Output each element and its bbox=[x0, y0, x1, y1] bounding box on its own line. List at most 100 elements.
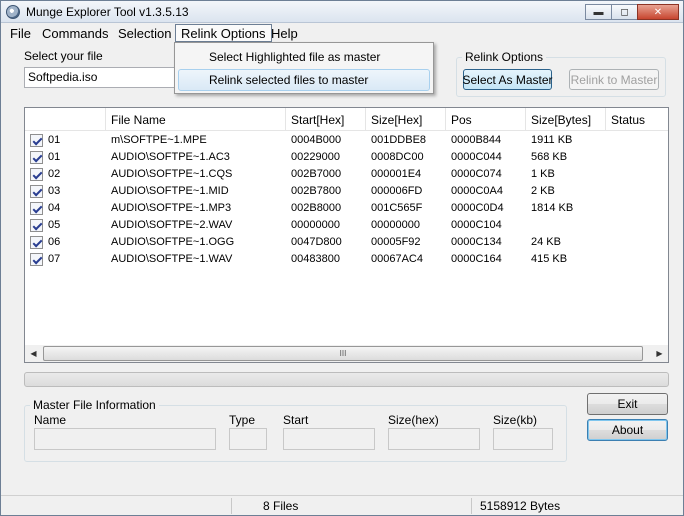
dropdown-item-relink-selected[interactable]: Relink selected files to master bbox=[178, 69, 430, 91]
relink-to-master-button[interactable]: Relink to Master bbox=[569, 69, 659, 90]
row-file-name: AUDIO\SOFTPE~1.MP3 bbox=[111, 202, 232, 214]
row-start-hex: 002B7000 bbox=[291, 168, 342, 180]
select-file-label: Select your file bbox=[24, 49, 103, 63]
row-checkbox[interactable] bbox=[30, 134, 43, 147]
about-button[interactable]: About bbox=[587, 419, 668, 441]
row-checkbox[interactable] bbox=[30, 253, 43, 266]
scroll-right-icon[interactable]: ▶ bbox=[651, 345, 668, 362]
row-file-name: m\SOFTPE~1.MPE bbox=[111, 134, 207, 146]
table-row[interactable]: 06 AUDIO\SOFTPE~1.OGG 0047D800 00005F92 0000… bbox=[25, 234, 668, 251]
table-row[interactable]: 04 AUDIO\SOFTPE~1.MP3 002B8000 001C565F 0000… bbox=[25, 200, 668, 217]
row-pos: 0000C104 bbox=[451, 219, 502, 231]
row-size-hex: 00000000 bbox=[371, 219, 420, 231]
menu-help[interactable]: Help bbox=[265, 24, 304, 42]
table-row[interactable]: 03 AUDIO\SOFTPE~1.MID 002B7800 000006FD 0000… bbox=[25, 183, 668, 200]
row-size-hex: 0008DC00 bbox=[371, 151, 424, 163]
scrollbar-thumb[interactable]: III bbox=[43, 346, 643, 361]
row-size-bytes: 1 KB bbox=[531, 168, 555, 180]
row-pos: 0000C164 bbox=[451, 253, 502, 265]
master-start-label: Start bbox=[283, 413, 309, 427]
row-checkbox[interactable] bbox=[30, 185, 43, 198]
status-separator bbox=[231, 498, 232, 514]
column-header-size-hex[interactable]: Size[Hex] bbox=[366, 108, 446, 131]
row-size-bytes: 1911 KB bbox=[531, 134, 573, 146]
menu-selection[interactable]: Selection bbox=[112, 24, 177, 42]
file-path-input[interactable]: Softpedia.iso bbox=[24, 67, 176, 88]
row-checkbox[interactable] bbox=[30, 219, 43, 232]
row-id: 04 bbox=[48, 202, 61, 214]
master-name-field[interactable] bbox=[34, 428, 216, 450]
row-size-hex: 000006FD bbox=[371, 185, 423, 197]
exit-button[interactable]: Exit bbox=[587, 393, 668, 415]
row-start-hex: 00229000 bbox=[291, 151, 340, 163]
master-type-label: Type bbox=[229, 413, 256, 427]
table-row[interactable]: 01 AUDIO\SOFTPE~1.AC3 00229000 0008DC00 0000… bbox=[25, 149, 668, 166]
scroll-grip-icon: III bbox=[339, 349, 347, 358]
master-size-hex-field[interactable] bbox=[388, 428, 480, 450]
row-file-name: AUDIO\SOFTPE~2.WAV bbox=[111, 219, 233, 231]
row-checkbox[interactable] bbox=[30, 202, 43, 215]
row-checkbox[interactable] bbox=[30, 236, 43, 249]
row-id: 01 bbox=[48, 151, 61, 163]
select-as-master-button[interactable]: Select As Master bbox=[462, 69, 553, 90]
column-header-check[interactable] bbox=[25, 108, 106, 131]
row-size-bytes: 1814 KB bbox=[531, 202, 574, 214]
table-row[interactable]: 05 AUDIO\SOFTPE~2.WAV 00000000 00000000 0000… bbox=[25, 217, 668, 234]
row-start-hex: 002B7800 bbox=[291, 185, 342, 197]
menu-relink-options[interactable]: Relink Options bbox=[175, 24, 272, 42]
column-header-file-name[interactable]: File Name bbox=[106, 108, 286, 131]
row-pos: 0000C0A4 bbox=[451, 185, 503, 197]
scroll-left-icon[interactable]: ◀ bbox=[25, 345, 42, 362]
app-window: Munge Explorer Tool v1.3.5.13 ▬ ◻ ✕ File… bbox=[0, 0, 684, 516]
menu-file[interactable]: File bbox=[4, 24, 37, 42]
master-size-kb-label: Size(kb) bbox=[493, 413, 538, 427]
row-start-hex: 002B8000 bbox=[291, 202, 342, 214]
window-title: Munge Explorer Tool v1.3.5.13 bbox=[26, 5, 189, 19]
close-button[interactable]: ✕ bbox=[637, 4, 679, 20]
dropdown-item-select-highlighted-master[interactable]: Select Highlighted file as master bbox=[178, 46, 430, 68]
relink-options-title: Relink Options bbox=[462, 50, 547, 64]
table-header: File Name Start[Hex] Size[Hex] Pos Size[… bbox=[25, 108, 668, 131]
column-header-status[interactable]: Status bbox=[606, 108, 668, 131]
maximize-button[interactable]: ◻ bbox=[611, 4, 638, 20]
caption-buttons: ▬ ◻ ✕ bbox=[585, 4, 679, 20]
row-id: 06 bbox=[48, 236, 61, 248]
menu-bar: File Commands Selection Relink Options H… bbox=[1, 23, 683, 43]
row-size-hex: 00005F92 bbox=[371, 236, 421, 248]
master-size-kb-field[interactable] bbox=[493, 428, 553, 450]
row-size-bytes: 2 KB bbox=[531, 185, 555, 197]
relink-options-dropdown: Select Highlighted file as master Relink… bbox=[174, 42, 434, 94]
master-name-label: Name bbox=[34, 413, 67, 427]
row-start-hex: 0004B000 bbox=[291, 134, 342, 146]
row-start-hex: 00000000 bbox=[291, 219, 340, 231]
minimize-button[interactable]: ▬ bbox=[585, 4, 612, 20]
title-bar[interactable]: Munge Explorer Tool v1.3.5.13 ▬ ◻ ✕ bbox=[1, 1, 683, 23]
column-header-size-bytes[interactable]: Size[Bytes] bbox=[526, 108, 606, 131]
row-pos: 0000C074 bbox=[451, 168, 502, 180]
table-row[interactable]: 02 AUDIO\SOFTPE~1.CQS 002B7000 000001E4 0000… bbox=[25, 166, 668, 183]
status-file-count: 8 Files bbox=[263, 499, 299, 513]
row-size-bytes: 415 KB bbox=[531, 253, 568, 265]
row-pos: 0000C044 bbox=[451, 151, 502, 163]
master-size-hex-label: Size(hex) bbox=[388, 413, 439, 427]
status-bar: 8 Files 5158912 Bytes bbox=[1, 495, 683, 515]
row-size-hex: 00067AC4 bbox=[371, 253, 423, 265]
files-table: File Name Start[Hex] Size[Hex] Pos Size[… bbox=[24, 107, 669, 363]
master-start-field[interactable] bbox=[283, 428, 375, 450]
column-header-pos[interactable]: Pos bbox=[446, 108, 526, 131]
row-size-hex: 001DDBE8 bbox=[371, 134, 427, 146]
column-header-start-hex[interactable]: Start[Hex] bbox=[286, 108, 366, 131]
row-id: 01 bbox=[48, 134, 61, 146]
row-id: 05 bbox=[48, 219, 61, 231]
horizontal-scrollbar[interactable]: ◀ III ▶ bbox=[25, 345, 668, 362]
row-start-hex: 0047D800 bbox=[291, 236, 342, 248]
app-disc-icon bbox=[6, 5, 20, 19]
menu-commands[interactable]: Commands bbox=[36, 24, 114, 42]
master-type-field[interactable] bbox=[229, 428, 267, 450]
row-checkbox[interactable] bbox=[30, 151, 43, 164]
table-row[interactable]: 01 m\SOFTPE~1.MPE 0004B000 001DDBE8 0000B844… bbox=[25, 132, 668, 149]
table-row[interactable]: 07 AUDIO\SOFTPE~1.WAV 00483800 00067AC4 0000… bbox=[25, 251, 668, 268]
row-id: 07 bbox=[48, 253, 61, 265]
row-checkbox[interactable] bbox=[30, 168, 43, 181]
master-info-title: Master File Information bbox=[30, 398, 159, 412]
